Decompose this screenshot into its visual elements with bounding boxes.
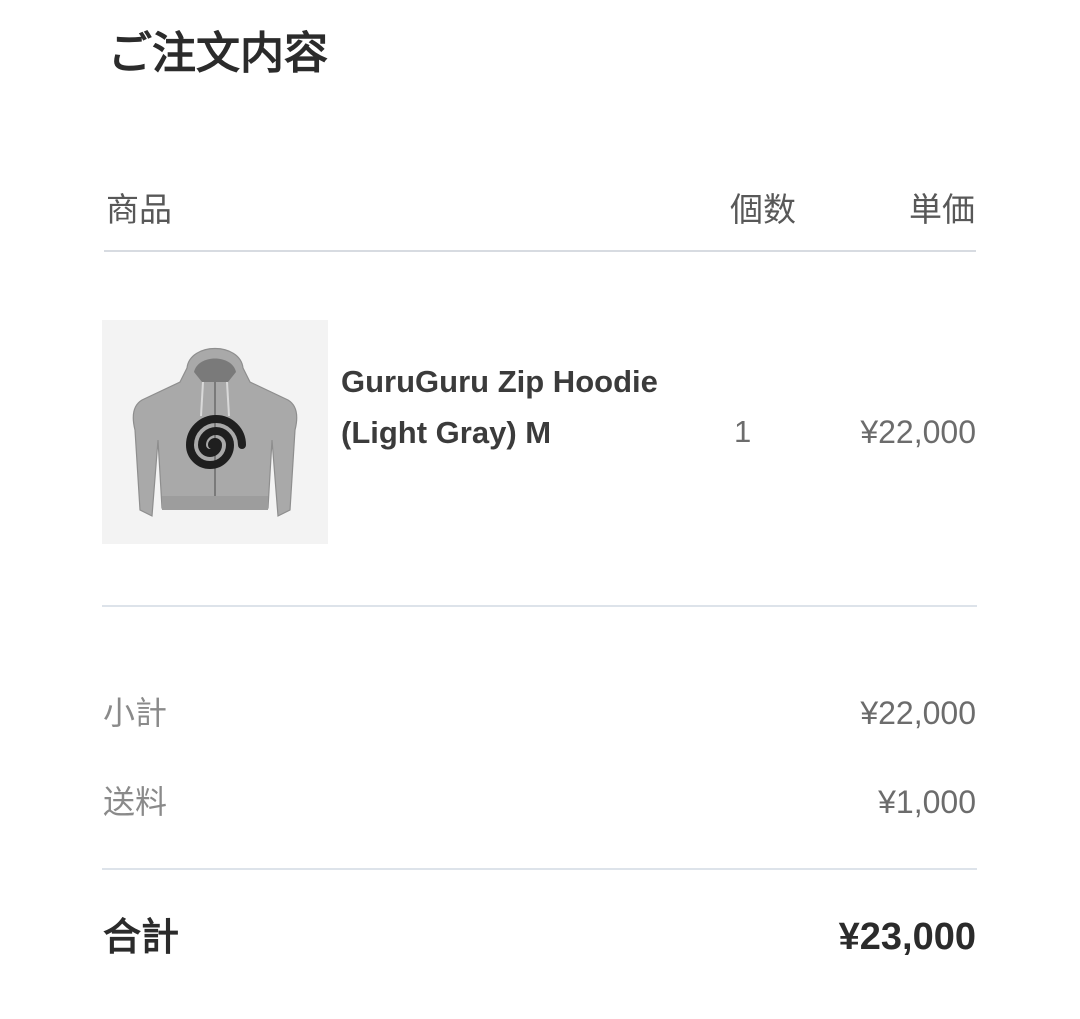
page-title: ご注文内容 (108, 28, 328, 79)
shipping-value: ¥1,000 (878, 784, 976, 820)
product-unit-price: ¥22,000 (860, 414, 976, 450)
shipping-label: 送料 (103, 783, 168, 821)
total-label: 合計 (103, 915, 180, 959)
subtotal-label: 小計 (103, 694, 168, 732)
product-thumbnail[interactable] (102, 320, 328, 544)
column-header-quantity: 個数 (730, 190, 796, 229)
header-divider (104, 250, 976, 252)
total-value: ¥23,000 (838, 916, 976, 958)
subtotal-value: ¥22,000 (860, 695, 976, 731)
product-name[interactable]: GuruGuru Zip Hoodie (Light Gray) M (341, 356, 691, 458)
column-header-product: 商品 (106, 190, 172, 229)
hoodie-image-icon (102, 320, 328, 544)
column-header-unit-price: 単価 (909, 190, 975, 229)
items-divider (102, 605, 977, 607)
product-quantity: 1 (734, 414, 752, 449)
summary-divider (102, 868, 977, 870)
